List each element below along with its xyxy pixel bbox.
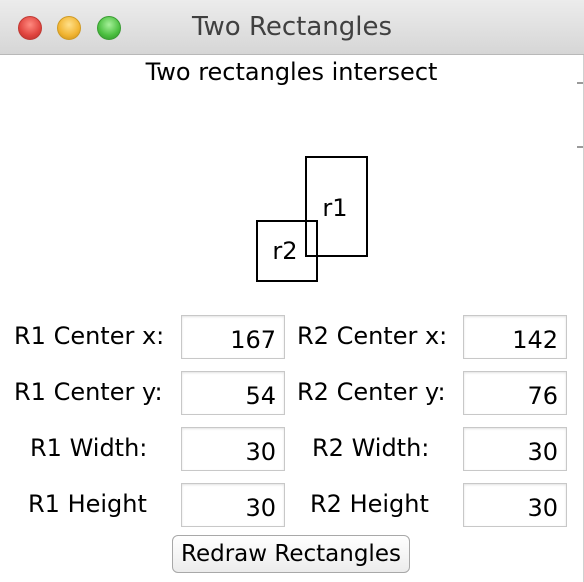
edge-mark (577, 82, 583, 84)
r2-center-x-label: R2 Center x: (297, 322, 448, 350)
r1-center-x-field[interactable] (181, 315, 285, 359)
r2-center-y-label: R2 Center y: (297, 378, 446, 406)
rectangle-r2-label: r2 (272, 237, 297, 265)
rectangles-canvas: r1 r2 (256, 156, 368, 282)
rectangle-r1-label: r1 (322, 194, 347, 222)
intersection-status-heading: Two rectangles intersect (145, 58, 438, 86)
r1-width-field[interactable] (181, 427, 285, 471)
r1-width-label: R1 Width: (30, 434, 148, 462)
r2-width-label: R2 Width: (312, 434, 430, 462)
r2-center-y-field[interactable] (463, 371, 567, 415)
title-bar[interactable]: Two Rectangles (0, 0, 584, 55)
window-title: Two Rectangles (191, 12, 393, 42)
r2-height-field[interactable] (463, 483, 567, 527)
r2-center-x-field[interactable] (463, 315, 567, 359)
r2-width-field[interactable] (463, 427, 567, 471)
r1-center-y-field[interactable] (181, 371, 285, 415)
r1-center-y-label: R1 Center y: (14, 378, 163, 406)
r2-height-label: R2 Height (310, 490, 429, 518)
redraw-rectangles-button[interactable]: Redraw Rectangles (172, 535, 410, 573)
app-window: Two Rectangles Two rectangles intersect … (0, 0, 584, 582)
r1-height-field[interactable] (181, 483, 285, 527)
r1-height-label: R1 Height (28, 490, 147, 518)
r1-center-x-label: R1 Center x: (14, 322, 165, 350)
